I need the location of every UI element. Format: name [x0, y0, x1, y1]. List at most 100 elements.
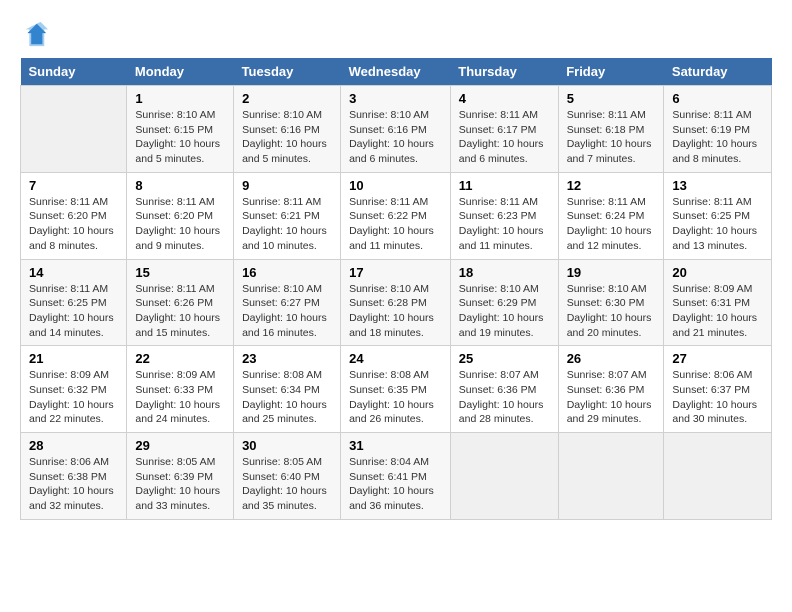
day-cell: 13 Sunrise: 8:11 AM Sunset: 6:25 PM Dayli…	[664, 172, 772, 259]
day-number: 10	[349, 178, 442, 193]
day-number: 17	[349, 265, 442, 280]
day-cell: 22 Sunrise: 8:09 AM Sunset: 6:33 PM Dayli…	[127, 346, 234, 433]
day-cell: 25Sunrise: 8:07 AM Sunset: 6:36 PM Dayli…	[450, 346, 558, 433]
day-info: Sunrise: 8:11 AM Sunset: 6:26 PM Dayligh…	[135, 282, 225, 341]
day-cell: 9 Sunrise: 8:11 AM Sunset: 6:21 PM Daylig…	[234, 172, 341, 259]
header-cell-wednesday: Wednesday	[341, 58, 451, 86]
day-info: Sunrise: 8:10 AM Sunset: 6:15 PM Dayligh…	[135, 108, 225, 167]
day-cell: 17 Sunrise: 8:10 AM Sunset: 6:28 PM Dayli…	[341, 259, 451, 346]
day-cell: 1 Sunrise: 8:10 AM Sunset: 6:15 PM Daylig…	[127, 86, 234, 173]
day-cell: 3Sunrise: 8:10 AM Sunset: 6:16 PM Daylig…	[341, 86, 451, 173]
day-cell: 16 Sunrise: 8:10 AM Sunset: 6:27 PM Dayli…	[234, 259, 341, 346]
logo-icon	[20, 20, 48, 48]
day-cell: 11 Sunrise: 8:11 AM Sunset: 6:23 PM Dayli…	[450, 172, 558, 259]
day-info: Sunrise: 8:06 AM Sunset: 6:38 PM Dayligh…	[29, 455, 118, 514]
day-number: 4	[459, 91, 550, 106]
day-info: Sunrise: 8:05 AM Sunset: 6:40 PM Dayligh…	[242, 455, 332, 514]
day-cell	[664, 433, 772, 520]
day-info: Sunrise: 8:11 AM Sunset: 6:23 PM Dayligh…	[459, 195, 550, 254]
header-cell-tuesday: Tuesday	[234, 58, 341, 86]
day-cell: 18 Sunrise: 8:10 AM Sunset: 6:29 PM Dayli…	[450, 259, 558, 346]
day-info: Sunrise: 8:04 AM Sunset: 6:41 PM Dayligh…	[349, 455, 442, 514]
day-cell: 21Sunrise: 8:09 AM Sunset: 6:32 PM Dayli…	[21, 346, 127, 433]
day-info: Sunrise: 8:06 AM Sunset: 6:37 PM Dayligh…	[672, 368, 763, 427]
day-number: 12	[567, 178, 656, 193]
day-cell: 4 Sunrise: 8:11 AM Sunset: 6:17 PM Daylig…	[450, 86, 558, 173]
day-info: Sunrise: 8:11 AM Sunset: 6:25 PM Dayligh…	[29, 282, 118, 341]
header-row: SundayMondayTuesdayWednesdayThursdayFrid…	[21, 58, 772, 86]
day-info: Sunrise: 8:10 AM Sunset: 6:30 PM Dayligh…	[567, 282, 656, 341]
day-info: Sunrise: 8:09 AM Sunset: 6:31 PM Dayligh…	[672, 282, 763, 341]
day-number: 9	[242, 178, 332, 193]
day-info: Sunrise: 8:10 AM Sunset: 6:28 PM Dayligh…	[349, 282, 442, 341]
day-cell: 31 Sunrise: 8:04 AM Sunset: 6:41 PM Dayli…	[341, 433, 451, 520]
day-number: 18	[459, 265, 550, 280]
day-cell: 15 Sunrise: 8:11 AM Sunset: 6:26 PM Dayli…	[127, 259, 234, 346]
day-number: 20	[672, 265, 763, 280]
header-cell-sunday: Sunday	[21, 58, 127, 86]
day-info: Sunrise: 8:05 AM Sunset: 6:39 PM Dayligh…	[135, 455, 225, 514]
day-cell: 6Sunrise: 8:11 AM Sunset: 6:19 PM Daylig…	[664, 86, 772, 173]
day-number: 8	[135, 178, 225, 193]
day-info: Sunrise: 8:08 AM Sunset: 6:34 PM Dayligh…	[242, 368, 332, 427]
day-number: 15	[135, 265, 225, 280]
day-info: Sunrise: 8:11 AM Sunset: 6:17 PM Dayligh…	[459, 108, 550, 167]
day-info: Sunrise: 8:11 AM Sunset: 6:20 PM Dayligh…	[135, 195, 225, 254]
day-info: Sunrise: 8:11 AM Sunset: 6:20 PM Dayligh…	[29, 195, 118, 254]
day-number: 23	[242, 351, 332, 366]
day-info: Sunrise: 8:11 AM Sunset: 6:25 PM Dayligh…	[672, 195, 763, 254]
day-cell	[450, 433, 558, 520]
day-info: Sunrise: 8:11 AM Sunset: 6:22 PM Dayligh…	[349, 195, 442, 254]
day-info: Sunrise: 8:07 AM Sunset: 6:36 PM Dayligh…	[567, 368, 656, 427]
day-number: 21	[29, 351, 118, 366]
day-number: 25	[459, 351, 550, 366]
day-number: 3	[349, 91, 442, 106]
day-info: Sunrise: 8:11 AM Sunset: 6:19 PM Dayligh…	[672, 108, 763, 167]
day-number: 14	[29, 265, 118, 280]
day-cell: 30Sunrise: 8:05 AM Sunset: 6:40 PM Dayli…	[234, 433, 341, 520]
day-number: 11	[459, 178, 550, 193]
day-number: 24	[349, 351, 442, 366]
day-cell: 26Sunrise: 8:07 AM Sunset: 6:36 PM Dayli…	[558, 346, 664, 433]
week-row-5: 28 Sunrise: 8:06 AM Sunset: 6:38 PM Dayli…	[21, 433, 772, 520]
day-number: 13	[672, 178, 763, 193]
day-number: 1	[135, 91, 225, 106]
day-number: 16	[242, 265, 332, 280]
header-cell-friday: Friday	[558, 58, 664, 86]
day-cell: 5 Sunrise: 8:11 AM Sunset: 6:18 PM Daylig…	[558, 86, 664, 173]
day-info: Sunrise: 8:10 AM Sunset: 6:27 PM Dayligh…	[242, 282, 332, 341]
day-cell: 23 Sunrise: 8:08 AM Sunset: 6:34 PM Dayli…	[234, 346, 341, 433]
day-number: 5	[567, 91, 656, 106]
day-cell: 27 Sunrise: 8:06 AM Sunset: 6:37 PM Dayli…	[664, 346, 772, 433]
day-cell: 12 Sunrise: 8:11 AM Sunset: 6:24 PM Dayli…	[558, 172, 664, 259]
day-number: 7	[29, 178, 118, 193]
day-info: Sunrise: 8:09 AM Sunset: 6:33 PM Dayligh…	[135, 368, 225, 427]
week-row-2: 7 Sunrise: 8:11 AM Sunset: 6:20 PM Daylig…	[21, 172, 772, 259]
day-number: 28	[29, 438, 118, 453]
day-cell	[558, 433, 664, 520]
day-info: Sunrise: 8:11 AM Sunset: 6:21 PM Dayligh…	[242, 195, 332, 254]
page-header	[20, 20, 772, 48]
day-info: Sunrise: 8:11 AM Sunset: 6:24 PM Dayligh…	[567, 195, 656, 254]
logo	[20, 20, 50, 48]
day-number: 22	[135, 351, 225, 366]
day-number: 29	[135, 438, 225, 453]
day-cell: 29 Sunrise: 8:05 AM Sunset: 6:39 PM Dayli…	[127, 433, 234, 520]
day-info: Sunrise: 8:10 AM Sunset: 6:29 PM Dayligh…	[459, 282, 550, 341]
day-number: 19	[567, 265, 656, 280]
week-row-4: 21Sunrise: 8:09 AM Sunset: 6:32 PM Dayli…	[21, 346, 772, 433]
day-info: Sunrise: 8:08 AM Sunset: 6:35 PM Dayligh…	[349, 368, 442, 427]
day-info: Sunrise: 8:11 AM Sunset: 6:18 PM Dayligh…	[567, 108, 656, 167]
day-cell: 14 Sunrise: 8:11 AM Sunset: 6:25 PM Dayli…	[21, 259, 127, 346]
header-cell-saturday: Saturday	[664, 58, 772, 86]
week-row-3: 14 Sunrise: 8:11 AM Sunset: 6:25 PM Dayli…	[21, 259, 772, 346]
day-info: Sunrise: 8:10 AM Sunset: 6:16 PM Dayligh…	[242, 108, 332, 167]
day-cell: 20 Sunrise: 8:09 AM Sunset: 6:31 PM Dayli…	[664, 259, 772, 346]
week-row-1: 1 Sunrise: 8:10 AM Sunset: 6:15 PM Daylig…	[21, 86, 772, 173]
day-number: 27	[672, 351, 763, 366]
day-cell: 7 Sunrise: 8:11 AM Sunset: 6:20 PM Daylig…	[21, 172, 127, 259]
day-number: 31	[349, 438, 442, 453]
header-cell-thursday: Thursday	[450, 58, 558, 86]
header-cell-monday: Monday	[127, 58, 234, 86]
day-number: 2	[242, 91, 332, 106]
